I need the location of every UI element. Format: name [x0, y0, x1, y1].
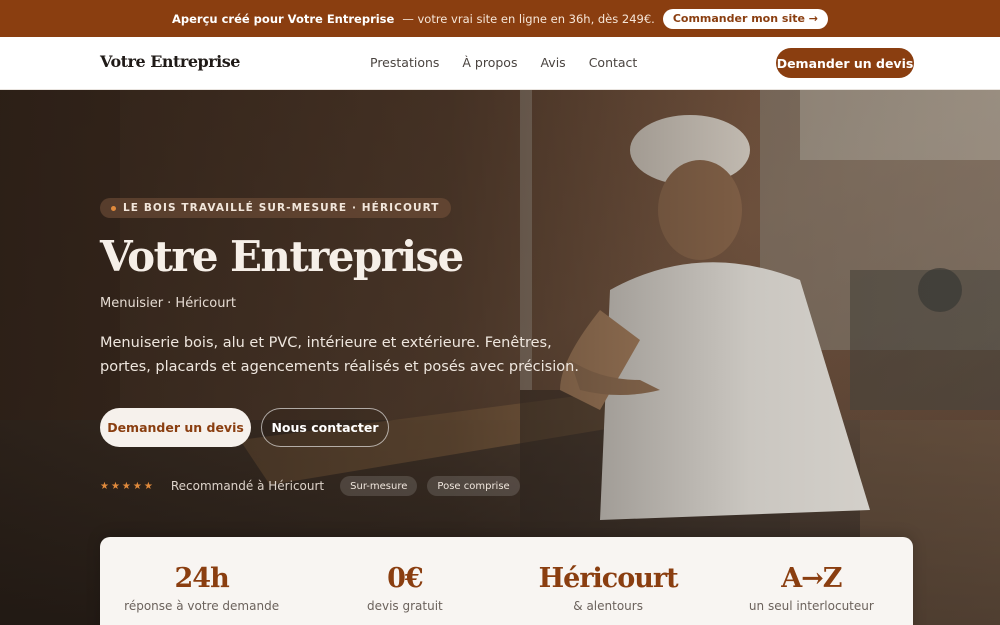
nav-link-prestations[interactable]: Prestations — [370, 55, 439, 70]
nav-link-a-propos[interactable]: À propos — [462, 55, 517, 70]
stat-item: 0€ devis gratuit — [303, 537, 506, 625]
stat-item: Héricourt & alentours — [507, 537, 710, 625]
stat-label: réponse à votre demande — [124, 599, 280, 613]
social-proof: ★★★★★ Recommandé à Héricourt Sur-mesure … — [100, 476, 520, 496]
badge-text: LE BOIS TRAVAILLÉ SUR-MESURE · HÉRICOURT — [123, 202, 440, 214]
stat-label: devis gratuit — [366, 599, 443, 613]
stat-value: A→Z — [781, 563, 842, 594]
nav-links: Prestations À propos Avis Contact — [370, 55, 637, 70]
stat-label: & alentours — [573, 599, 643, 613]
top-navigation: Votre Entreprise Prestations À propos Av… — [0, 37, 1000, 90]
promo-text: — votre vrai site en ligne en 36h, dès 2… — [402, 11, 655, 26]
nav-quote-button[interactable]: Demander un devis — [776, 48, 914, 78]
promo-headline: Aperçu créé pour Votre Entreprise — [171, 11, 395, 26]
brand-logo[interactable]: Votre Entreprise — [100, 52, 240, 71]
hero-title: Votre Entreprise — [100, 232, 464, 281]
stat-value: 24h — [174, 563, 230, 594]
chip-sur-mesure: Sur-mesure — [340, 476, 418, 496]
stat-label: un seul interlocuteur — [748, 599, 874, 613]
chip-pose-comprise: Pose comprise — [427, 476, 520, 496]
stat-item: 24h réponse à votre demande — [100, 537, 303, 625]
hero-quote-button[interactable]: Demander un devis — [100, 408, 251, 447]
recommendation-text: Recommandé à Héricourt — [170, 479, 325, 493]
order-site-button[interactable]: Commander mon site → — [662, 8, 828, 29]
nav-link-contact[interactable]: Contact — [589, 55, 638, 70]
stat-value: 0€ — [387, 563, 424, 594]
hero-subtitle: Menuisier · Héricourt — [100, 296, 236, 311]
stat-item: A→Z un seul interlocuteur — [710, 537, 913, 625]
stats-card: 24h réponse à votre demande 0€ devis gra… — [100, 537, 913, 625]
hero-badge: LE BOIS TRAVAILLÉ SUR-MESURE · HÉRICOURT — [100, 198, 451, 218]
nav-link-avis[interactable]: Avis — [540, 55, 565, 70]
badge-dot-icon — [111, 205, 116, 211]
hero-description: Menuiserie bois, alu et PVC, intérieure … — [100, 335, 579, 375]
promo-banner: Aperçu créé pour Votre Entreprise — votr… — [0, 0, 1000, 37]
rating-stars-icon: ★★★★★ — [100, 480, 155, 492]
hero-contact-button[interactable]: Nous contacter — [261, 408, 389, 447]
stat-value: Héricourt — [538, 563, 679, 594]
